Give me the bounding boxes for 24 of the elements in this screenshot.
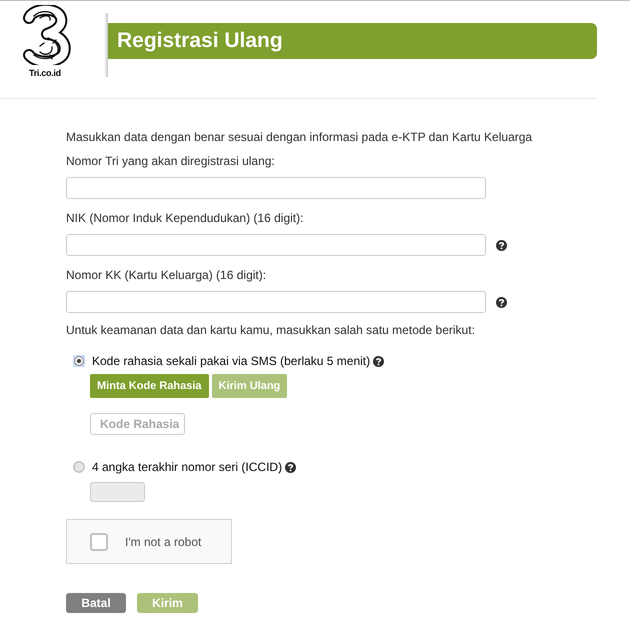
help-icon[interactable]: [373, 356, 384, 366]
request-code-button[interactable]: Minta Kode Rahasia: [90, 374, 209, 398]
text-input[interactable]: [66, 234, 486, 256]
field-label: Nomor Tri yang akan diregistrasi ulang:: [66, 154, 275, 168]
logo-text: Tri.co.id: [29, 68, 61, 79]
help-icon[interactable]: [496, 240, 507, 250]
option-label: 4 angka terakhir nomor seri (ICCID): [92, 460, 282, 474]
radio-button[interactable]: [73, 355, 85, 367]
instruction-text: Untuk keamanan data dan kartu kamu, masukkan salah satu metode berikut:: [66, 323, 475, 337]
logo-icon: [20, 5, 72, 65]
code-input[interactable]: Kode Rahasia: [90, 413, 185, 435]
captcha-label: I'm not a robot: [125, 534, 202, 548]
checkbox[interactable]: [90, 532, 108, 550]
cancel-button[interactable]: Batal: [66, 593, 126, 613]
page-title: Registrasi Ulang: [117, 28, 283, 54]
text-input[interactable]: [66, 291, 486, 313]
text-input[interactable]: [66, 177, 486, 199]
help-icon[interactable]: [496, 296, 507, 308]
instruction-text: Masukkan data dengan benar sesuai dengan informasi pada e-KTP dan Kartu Keluarga: [66, 130, 532, 144]
help-icon[interactable]: [285, 462, 296, 472]
radio-button[interactable]: [73, 461, 85, 473]
option-label: Kode rahasia sekali pakai via SMS (berlaku 5 menit): [92, 354, 370, 368]
field-label: NIK (Nomor Induk Kependudukan) (16 digit):: [66, 211, 304, 225]
field-label: Nomor KK (Kartu Keluarga) (16 digit):: [66, 268, 266, 282]
